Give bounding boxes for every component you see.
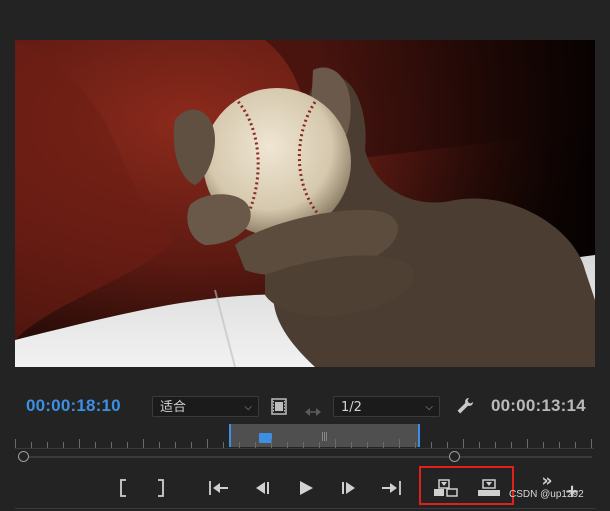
duration-timecode: 00:00:13:14 (491, 396, 586, 415)
chevron-down-icon: ⌵ (425, 402, 433, 413)
ruler-tick (319, 442, 320, 448)
ruler-tick (479, 442, 480, 448)
ruler-tick (351, 442, 352, 448)
ruler-tick (303, 442, 304, 448)
go-to-out-icon (382, 481, 401, 495)
ruler-tick (143, 439, 144, 448)
timeline-ruler[interactable]: ||| (15, 424, 594, 449)
mark-out-button[interactable] (153, 478, 169, 498)
ruler-tick (495, 442, 496, 448)
zoom-scrollbar-start-handle[interactable] (18, 451, 29, 462)
ruler-tick (575, 442, 576, 448)
ruler-tick (79, 439, 80, 448)
ruler-tick (175, 442, 176, 448)
mark-in-icon (120, 479, 126, 497)
go-to-in-icon (209, 481, 228, 495)
ruler-tick (543, 442, 544, 448)
ruler-tick (559, 442, 560, 448)
ruler-tick (271, 439, 272, 448)
more-controls-button[interactable]: » (539, 471, 555, 491)
ruler-tick (159, 442, 160, 448)
ruler-tick (127, 442, 128, 448)
export-frame-icon[interactable] (271, 398, 287, 419)
ruler-tick (47, 442, 48, 448)
program-monitor-preview (15, 40, 595, 367)
ruler-tick (511, 442, 512, 448)
ruler-tick (367, 442, 368, 448)
ruler-tick (415, 442, 416, 448)
go-to-in-button[interactable] (206, 478, 230, 498)
ruler-tick (431, 442, 432, 448)
panel-bottom-divider (15, 508, 596, 509)
play-button[interactable] (296, 478, 316, 498)
ruler-tick (463, 439, 464, 448)
ruler-tick (239, 442, 240, 448)
ruler-tick (591, 439, 592, 448)
ruler-tick (383, 442, 384, 448)
ruler-tick (63, 442, 64, 448)
mark-out-icon (158, 479, 164, 497)
ruler-tick (447, 442, 448, 448)
annotation-highlight-box (419, 466, 514, 505)
watermark-text: CSDN @up1292 (509, 489, 584, 500)
play-icon (300, 481, 313, 495)
safe-margins-icon[interactable] (304, 402, 322, 421)
ruler-tick (255, 442, 256, 448)
step-back-button[interactable] (252, 478, 272, 498)
mark-in-button[interactable] (115, 478, 131, 498)
go-to-out-button[interactable] (380, 478, 404, 498)
ruler-tick (287, 442, 288, 448)
zoom-level-dropdown[interactable]: 适合 ⌵ (152, 396, 259, 417)
ruler-tick (223, 442, 224, 448)
zoom-scrollbar[interactable] (18, 451, 592, 462)
step-back-icon (256, 482, 269, 494)
ruler-tick (111, 442, 112, 448)
ruler-tick (191, 442, 192, 448)
ruler-tick (399, 439, 400, 448)
ruler-tick (335, 439, 336, 448)
range-grip-icon[interactable]: ||| (321, 432, 328, 442)
ruler-tick (15, 439, 16, 448)
step-forward-icon (342, 482, 355, 494)
ruler-tick (207, 439, 208, 448)
chevron-down-icon: ⌵ (244, 402, 252, 413)
step-forward-button[interactable] (339, 478, 359, 498)
resolution-value: 1/2 (341, 400, 362, 415)
settings-wrench-icon[interactable] (456, 397, 474, 419)
ruler-tick (527, 439, 528, 448)
current-timecode[interactable]: 00:00:18:10 (26, 396, 121, 416)
zoom-scrollbar-end-handle[interactable] (449, 451, 460, 462)
ruler-tick (31, 442, 32, 448)
ruler-baseline (15, 448, 594, 449)
playback-resolution-dropdown[interactable]: 1/2 ⌵ (333, 396, 440, 417)
in-out-range[interactable]: ||| (229, 424, 420, 447)
ruler-tick (95, 442, 96, 448)
zoom-level-value: 适合 (160, 400, 187, 415)
